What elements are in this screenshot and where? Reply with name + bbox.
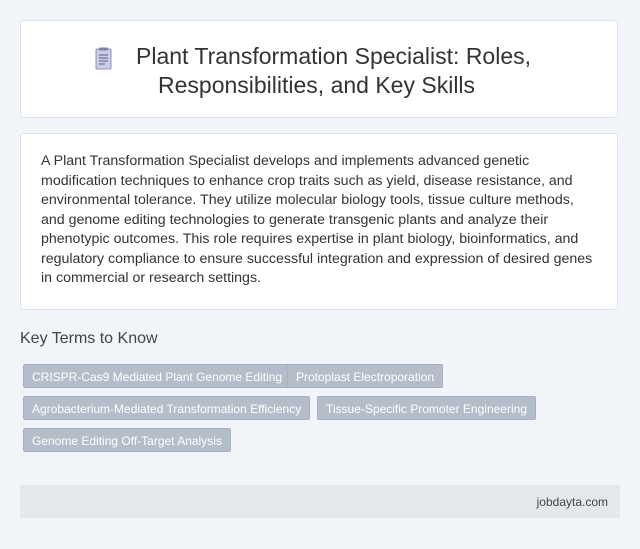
page-title-line-1: Plant Transformation Specialist: Roles, — [136, 43, 532, 69]
page: Plant Transformation Specialist: Roles, … — [0, 0, 640, 549]
key-terms-heading: Key Terms to Know — [20, 330, 158, 347]
key-term-tag[interactable]: Tissue-Specific Promoter Engineering — [317, 396, 536, 420]
footer: jobdayta.com — [20, 485, 620, 518]
key-term-tag[interactable]: CRISPR-Cas9 Mediated Plant Genome Editin… — [23, 364, 292, 388]
key-term-tag[interactable]: Genome Editing Off-Target Analysis — [23, 428, 231, 452]
description-text: A Plant Transformation Specialist develo… — [41, 153, 593, 286]
document-icon — [95, 47, 112, 70]
key-term-tag[interactable]: Protoplast Electroporation — [287, 364, 444, 388]
page-title: Plant Transformation Specialist: Roles, … — [136, 42, 576, 100]
key-term-tag[interactable]: Agrobacterium-Mediated Transformation Ef… — [23, 396, 311, 420]
footer-site-link[interactable]: jobdayta.com — [537, 495, 608, 509]
page-title-line-2: Responsibilities, and Key Skills — [158, 72, 476, 98]
